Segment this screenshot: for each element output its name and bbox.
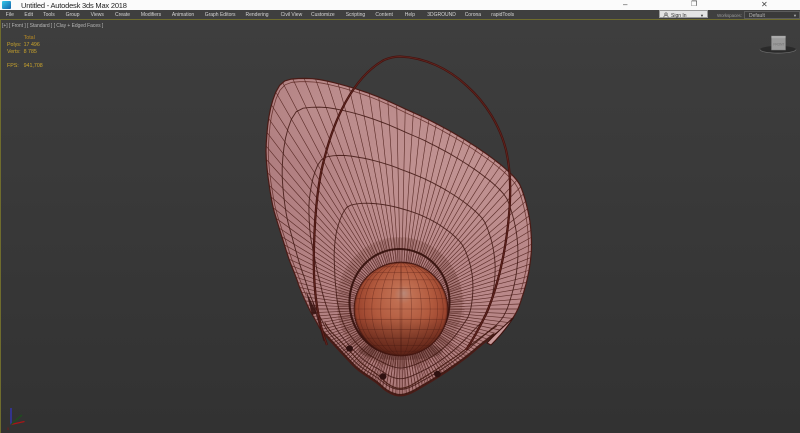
svg-text:x: x bbox=[7, 426, 10, 431]
svg-text:FRONT: FRONT bbox=[773, 43, 784, 47]
